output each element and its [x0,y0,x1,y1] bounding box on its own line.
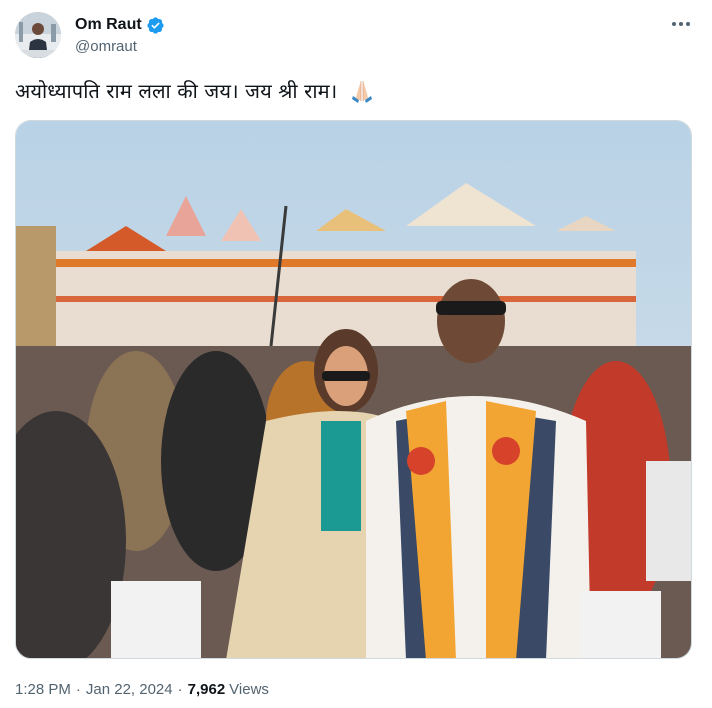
temple-photo-illustration [16,121,691,658]
meta-separator-2: · [177,681,183,698]
meta-separator: · [75,681,81,698]
more-options-button[interactable] [669,14,693,34]
avatar-image [15,12,61,58]
verified-badge-icon[interactable] [146,16,165,35]
tweet-date[interactable]: Jan 22, 2024 [86,681,173,698]
author-display-name[interactable]: Om Raut [75,16,142,34]
tweet-text: अयोध्यापति राम लला की जय। जय श्री राम। [15,79,338,103]
tweet-time[interactable]: 1:28 PM [15,681,71,698]
author-handle[interactable]: @omraut [75,38,165,55]
more-dots-icon [672,22,690,26]
views-label: Views [229,681,269,698]
folded-hands-icon [352,81,372,103]
tweet-photo[interactable] [15,120,692,659]
tweet-meta: 1:28 PM · Jan 22, 2024 · 7,962 Views [15,681,269,698]
avatar[interactable] [15,12,61,58]
views-count[interactable]: 7,962 [188,681,226,698]
author-names: Om Raut @omraut [75,14,165,55]
tweet-header: Om Raut @omraut [15,12,697,60]
